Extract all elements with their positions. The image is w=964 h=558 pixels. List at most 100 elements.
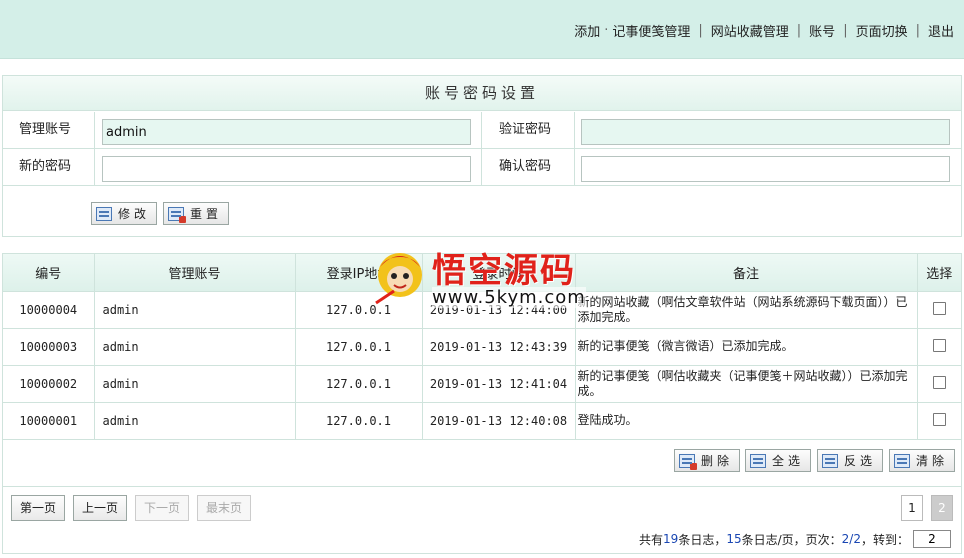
confirm-password-input[interactable] (581, 156, 950, 182)
new-password-label: 新的密码 (19, 159, 72, 174)
verify-password-label: 验证密码 (499, 122, 552, 137)
info-prefix: 共有 (639, 532, 664, 547)
info-suffix: ，转到： (860, 532, 909, 547)
account-settings-panel: 账号密码设置 管理账号 验证密码 新的密码 确认密码 修改 重置 (2, 75, 962, 237)
select-all-icon (750, 453, 766, 468)
new-password-input[interactable] (102, 156, 471, 182)
nav-separator: | (843, 23, 848, 38)
row-ip: 127.0.0.1 (295, 365, 423, 403)
clear-icon (894, 453, 910, 468)
row-select-cell (917, 291, 961, 329)
row-note: 登陆成功。 (575, 402, 918, 440)
nav-separator: | (796, 23, 802, 38)
reset-icon (168, 206, 186, 223)
account-input[interactable] (102, 119, 471, 145)
nav-separator: | (915, 23, 920, 38)
divider (94, 149, 95, 185)
next-page-button[interactable]: 下一页 (135, 495, 189, 521)
row-ip: 127.0.0.1 (295, 402, 423, 440)
row-account: admin (94, 402, 296, 440)
nav-account-link[interactable]: 账号 (809, 21, 835, 40)
col-header-id: 编号 (3, 254, 95, 292)
select-all-button[interactable]: 全选 (745, 449, 812, 472)
row-account: admin (94, 291, 296, 329)
edit-icon (96, 206, 112, 221)
info-mid2: 条日志/页，页次： (741, 532, 842, 547)
invert-selection-button[interactable]: 反选 (817, 449, 884, 472)
clear-button[interactable]: 清除 (889, 449, 956, 472)
row-checkbox[interactable] (932, 412, 946, 426)
row-note: 新的记事便笺（啊估收藏夹（记事便笺＋网站收藏））已添加完成。 (575, 365, 918, 403)
reset-button[interactable]: 重置 (163, 202, 230, 225)
table-row: 10000004 admin 127.0.0.1 2019-01-13 12:4… (3, 291, 961, 329)
invert-icon (822, 453, 838, 468)
jump-page-input[interactable] (913, 530, 951, 548)
col-header-note: 备注 (575, 254, 918, 292)
nav-notes-link[interactable]: 记事便笺管理 (612, 21, 690, 40)
row-note: 新的记事便笺（微言微语）已添加完成。 (575, 328, 918, 366)
row-time: 2019-01-13 12:44:00 (422, 291, 576, 329)
account-label: 管理账号 (19, 122, 72, 137)
nav-separator: | (698, 23, 703, 38)
total-count: 19 (663, 532, 679, 546)
first-page-button[interactable]: 第一页 (11, 495, 65, 521)
form-buttons: 修改 重置 (3, 186, 961, 236)
row-select-cell (917, 402, 961, 440)
select-all-button-label: 全选 (772, 454, 805, 468)
nav-page-switch-link[interactable]: 页面切换 (856, 21, 908, 40)
invert-button-label: 反选 (844, 454, 877, 468)
reset-button-label: 重置 (190, 207, 223, 221)
page-number-2-current[interactable]: 2 (931, 495, 953, 521)
verify-password-input[interactable] (581, 119, 950, 145)
panel-title: 账号密码设置 (3, 76, 961, 111)
form-row-2: 新的密码 确认密码 (3, 149, 961, 186)
prev-page-button[interactable]: 上一页 (73, 495, 127, 521)
confirm-password-label: 确认密码 (499, 159, 552, 174)
col-header-select: 选择 (917, 254, 961, 292)
row-ip: 127.0.0.1 (295, 291, 423, 329)
row-account: admin (94, 365, 296, 403)
last-page-button[interactable]: 最末页 (197, 495, 251, 521)
col-header-account: 管理账号 (94, 254, 296, 292)
row-ip: 127.0.0.1 (295, 328, 423, 366)
divider (481, 149, 482, 185)
table-row: 10000002 admin 127.0.0.1 2019-01-13 12:4… (3, 365, 961, 403)
delete-button-label: 删除 (701, 454, 734, 468)
nav-favorites-link[interactable]: 网站收藏管理 (711, 21, 789, 40)
row-checkbox[interactable] (932, 375, 946, 389)
page-number-1[interactable]: 1 (901, 495, 923, 521)
row-id: 10000004 (3, 291, 95, 329)
delete-button[interactable]: 删除 (674, 449, 741, 472)
top-nav: 添加 · 记事便笺管理 | 网站收藏管理 | 账号 | 页面切换 | 退出 (574, 21, 954, 40)
divider (94, 112, 95, 148)
log-table: 编号 管理账号 登录IP地址 登录时间 备注 选择 10000004 admin… (3, 254, 961, 440)
row-select-cell (917, 328, 961, 366)
row-account: admin (94, 328, 296, 366)
pagination-info: 共有 19 条日志， 15 条日志/页，页次： 2/2 ，转到： (639, 530, 951, 548)
pagination-bar: 第一页 上一页 下一页 最末页 1 2 共有 19 条日志， 15 条日志/页，… (3, 487, 961, 553)
row-checkbox[interactable] (932, 338, 946, 352)
row-note: 新的网站收藏（啊估文章软件站（网站系统源码下载页面））已添加完成。 (575, 291, 918, 329)
top-bar: 添加 · 记事便笺管理 | 网站收藏管理 | 账号 | 页面切换 | 退出 (0, 0, 964, 59)
clear-button-label: 清除 (916, 454, 949, 468)
table-row: 10000001 admin 127.0.0.1 2019-01-13 12:4… (3, 402, 961, 440)
row-time: 2019-01-13 12:40:08 (422, 402, 576, 440)
nav-logout-link[interactable]: 退出 (928, 21, 954, 40)
row-id: 10000001 (3, 402, 95, 440)
nav-dot: · (604, 23, 609, 38)
form-row-1: 管理账号 验证密码 (3, 112, 961, 149)
row-id: 10000002 (3, 365, 95, 403)
nav-add-link[interactable]: 添加 (574, 21, 600, 40)
divider (574, 112, 575, 148)
row-checkbox[interactable] (932, 301, 946, 315)
col-header-time: 登录时间 (422, 254, 576, 292)
row-time: 2019-01-13 12:41:04 (422, 365, 576, 403)
delete-icon (679, 453, 697, 470)
bulk-action-bar: 删除 全选 反选 清除 (3, 441, 961, 487)
row-time: 2019-01-13 12:43:39 (422, 328, 576, 366)
table-row: 10000003 admin 127.0.0.1 2019-01-13 12:4… (3, 328, 961, 366)
modify-button[interactable]: 修改 (91, 202, 158, 225)
modify-button-label: 修改 (118, 207, 151, 221)
row-select-cell (917, 365, 961, 403)
page-of: 2/2 (841, 532, 861, 546)
